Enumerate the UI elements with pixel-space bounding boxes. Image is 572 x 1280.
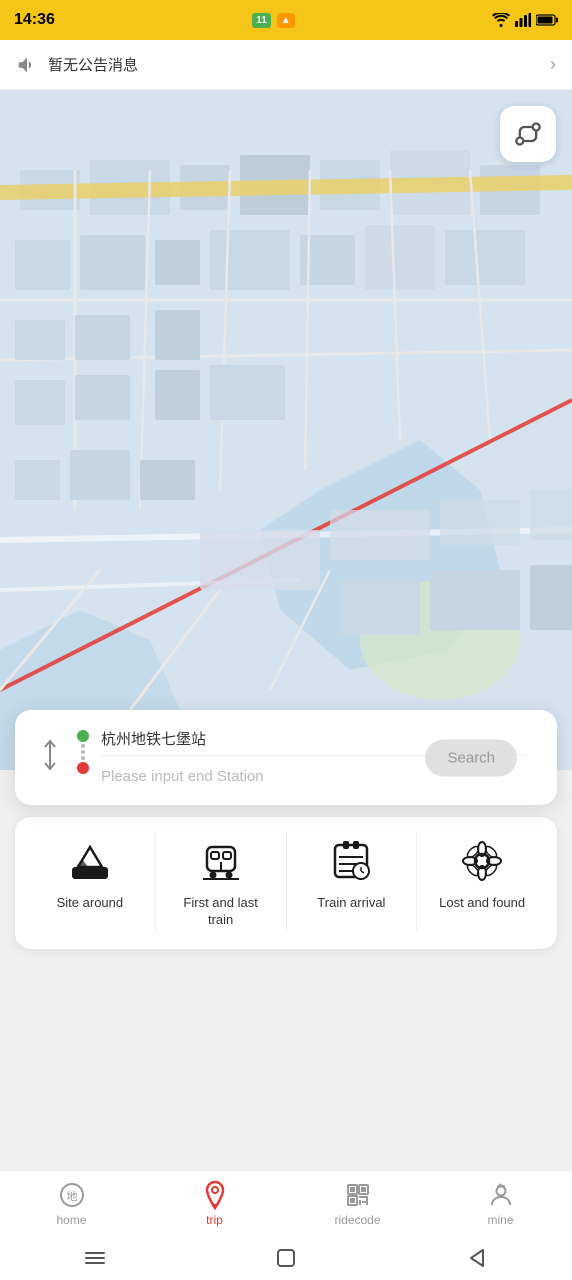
nav-item-ridecode[interactable]: ridecode bbox=[286, 1171, 429, 1236]
nav-items: 地 home trip bbox=[0, 1171, 572, 1236]
dot-column bbox=[77, 730, 89, 785]
search-button[interactable]: Search bbox=[425, 739, 517, 776]
battery-status-icon bbox=[536, 14, 558, 26]
status-right bbox=[492, 13, 558, 27]
home-nav-label: home bbox=[56, 1213, 86, 1227]
connector-dot-2 bbox=[81, 750, 85, 754]
action-lost-found[interactable]: Lost and found bbox=[417, 833, 547, 933]
status-bar: 14:36 11 ▲ bbox=[0, 0, 572, 40]
trip-icon bbox=[202, 1180, 228, 1210]
swap-icon bbox=[39, 739, 61, 771]
lost-icon bbox=[460, 839, 504, 883]
signal-icon bbox=[515, 13, 531, 27]
speaker-icon bbox=[16, 54, 38, 76]
back-icon bbox=[468, 1248, 486, 1268]
wifi-icon bbox=[492, 13, 510, 27]
announcement-text: 暂无公告消息 bbox=[48, 54, 138, 75]
action-site-around[interactable]: Site around bbox=[25, 833, 155, 933]
first-last-train-icon bbox=[197, 837, 245, 885]
first-last-train-label: First and last train bbox=[183, 895, 257, 929]
warn-icon: ▲ bbox=[277, 13, 295, 28]
site-around-icon bbox=[66, 837, 114, 885]
system-bar bbox=[0, 1236, 572, 1280]
train-icon bbox=[199, 839, 243, 883]
swap-container bbox=[35, 730, 65, 785]
trip-nav-icon bbox=[201, 1181, 229, 1209]
quick-actions: Site around bbox=[15, 817, 557, 949]
swap-button[interactable] bbox=[35, 735, 65, 781]
route-icon bbox=[514, 120, 542, 148]
route-button[interactable] bbox=[500, 106, 556, 162]
site-around-label: Site around bbox=[57, 895, 124, 912]
bottom-nav: 地 home trip bbox=[0, 1170, 572, 1280]
search-card: Search bbox=[15, 710, 557, 805]
menu-button[interactable] bbox=[80, 1243, 110, 1273]
end-dot bbox=[77, 762, 89, 774]
home-system-icon bbox=[276, 1248, 296, 1268]
nav-item-home[interactable]: 地 home bbox=[0, 1171, 143, 1236]
svg-text:地: 地 bbox=[66, 1190, 77, 1203]
announcement-left: 暂无公告消息 bbox=[16, 54, 138, 76]
action-train-arrival[interactable]: Train arrival bbox=[287, 833, 417, 933]
lost-found-label: Lost and found bbox=[439, 895, 525, 912]
mine-icon bbox=[488, 1182, 514, 1208]
battery-icon: 11 bbox=[252, 13, 271, 28]
connector-dot-3 bbox=[81, 756, 85, 760]
home-nav-icon: 地 bbox=[58, 1181, 86, 1209]
train-arrival-label: Train arrival bbox=[317, 895, 385, 912]
menu-icon bbox=[84, 1250, 106, 1266]
map-area bbox=[0, 90, 572, 770]
lost-found-icon bbox=[458, 837, 506, 885]
status-icons: 11 ▲ bbox=[252, 13, 294, 28]
mountain-icon bbox=[68, 839, 112, 883]
ridecode-nav-label: ridecode bbox=[334, 1213, 380, 1227]
ridecode-icon bbox=[345, 1182, 371, 1208]
status-time: 14:36 bbox=[14, 11, 55, 29]
train-arrival-icon bbox=[327, 837, 375, 885]
action-first-last-train[interactable]: First and last train bbox=[156, 833, 286, 933]
schedule-icon bbox=[329, 839, 373, 883]
home-icon: 地 bbox=[59, 1182, 85, 1208]
mine-nav-icon bbox=[487, 1181, 515, 1209]
main-content: Search Site around bbox=[0, 710, 572, 1089]
trip-nav-label: trip bbox=[206, 1213, 223, 1227]
nav-item-trip[interactable]: trip bbox=[143, 1171, 286, 1236]
ridecode-nav-icon bbox=[344, 1181, 372, 1209]
back-button[interactable] bbox=[462, 1243, 492, 1273]
announcement-bar[interactable]: 暂无公告消息 › bbox=[0, 40, 572, 90]
home-system-button[interactable] bbox=[271, 1243, 301, 1273]
announcement-arrow: › bbox=[550, 54, 556, 75]
connector-dot-1 bbox=[81, 744, 85, 748]
map-svg bbox=[0, 90, 572, 770]
start-dot bbox=[77, 730, 89, 742]
nav-item-mine[interactable]: mine bbox=[429, 1171, 572, 1236]
mine-nav-label: mine bbox=[487, 1213, 513, 1227]
